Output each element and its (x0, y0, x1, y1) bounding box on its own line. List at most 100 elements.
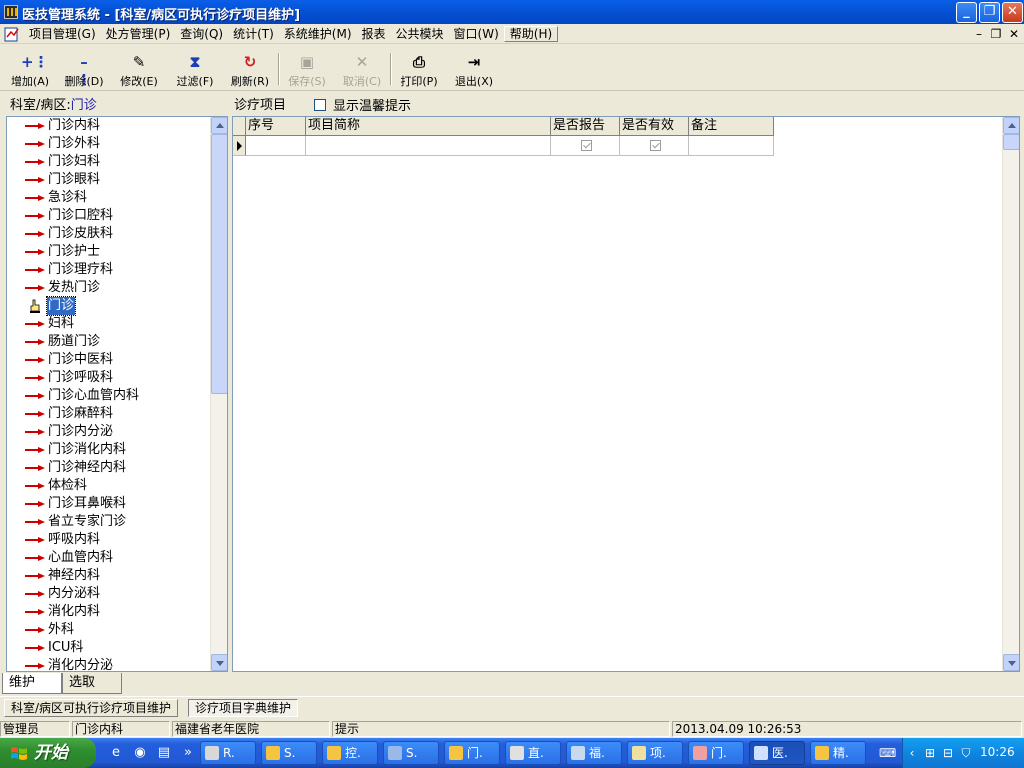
tree-item[interactable]: 妇科 (7, 315, 207, 333)
scroll-thumb[interactable] (1003, 134, 1019, 150)
tab-select[interactable]: 选取 (62, 673, 122, 694)
tree-item[interactable]: 体检科 (7, 477, 207, 495)
chevron-left-icon[interactable]: ‹ (905, 746, 919, 760)
doctab-dept-items[interactable]: 科室/病区可执行诊疗项目维护 (4, 699, 179, 717)
menu-project-mgmt[interactable]: 项目管理(G) (24, 26, 101, 42)
report-checkbox[interactable] (580, 140, 592, 151)
checkbox-box[interactable] (314, 98, 326, 111)
tree-item[interactable]: 门诊内分泌 (7, 423, 207, 441)
tree-item[interactable]: 门诊外科 (7, 135, 207, 153)
tree-item[interactable]: 门诊眼科 (7, 171, 207, 189)
edit-button[interactable]: ✎ 修改(E) (115, 49, 163, 89)
minimize-button[interactable]: _ (956, 2, 977, 23)
taskbar-button[interactable]: 直. (505, 741, 561, 765)
grid-scrollbar[interactable] (1002, 117, 1019, 671)
tree-item[interactable]: 门诊神经内科 (7, 459, 207, 477)
tree-item[interactable]: 消化内科 (7, 603, 207, 621)
tree-item[interactable]: 心血管内科 (7, 549, 207, 567)
doctab-item-dictionary[interactable]: 诊疗项目字典维护 (188, 699, 299, 717)
quicklaunch-icon[interactable]: ◉ (132, 745, 148, 761)
mdi-minimize-icon[interactable]: – (972, 27, 986, 41)
col-header-name[interactable]: 项目简称 (306, 117, 551, 136)
filter-button[interactable]: ⧗ 过滤(F) (171, 49, 219, 89)
cell-report[interactable] (551, 136, 620, 156)
tree-item[interactable]: 门诊理疗科 (7, 261, 207, 279)
delete-button[interactable]: –⋮ 删除(D) (60, 49, 108, 89)
tree-item[interactable]: 门诊耳鼻喉科 (7, 495, 207, 513)
start-button[interactable]: 开始 (0, 738, 96, 768)
taskbar-button[interactable]: 控. (322, 741, 378, 765)
tree-item[interactable]: 消化内分泌 (7, 657, 207, 671)
tree-item[interactable]: 发热门诊 (7, 279, 207, 297)
menu-reports[interactable]: 报表 (357, 26, 391, 42)
tree-item[interactable]: 内分泌科 (7, 585, 207, 603)
taskbar-button[interactable]: 医. (749, 741, 805, 765)
tree-item[interactable]: 门诊 (7, 296, 207, 316)
tree-item[interactable]: 肠道门诊 (7, 333, 207, 351)
cancel-button[interactable]: ✕ 取消(C) (338, 49, 386, 89)
menu-prescription-mgmt[interactable]: 处方管理(P) (101, 26, 176, 42)
tree-item[interactable]: 门诊妇科 (7, 153, 207, 171)
tree-item[interactable]: 急诊科 (7, 189, 207, 207)
tree-item[interactable]: 门诊口腔科 (7, 207, 207, 225)
scroll-up-button[interactable] (1003, 117, 1019, 134)
scroll-thumb[interactable] (211, 134, 227, 394)
cell-seq[interactable] (246, 136, 306, 156)
scroll-down-button[interactable] (1003, 654, 1019, 671)
chevron-right-icon[interactable]: » (180, 745, 196, 761)
tree-item[interactable]: 门诊心血管内科 (7, 387, 207, 405)
network2-icon[interactable]: ⊟ (941, 746, 955, 760)
keyboard-icon[interactable]: ⌨ (879, 746, 896, 760)
print-button[interactable]: ⎙ 打印(P) (395, 49, 443, 89)
cell-remark[interactable] (689, 136, 774, 156)
mdi-restore-icon[interactable]: ❐ (989, 27, 1003, 41)
tree-item[interactable]: ICU科 (7, 639, 207, 657)
ie-icon[interactable]: e (108, 745, 124, 761)
scroll-down-button[interactable] (211, 654, 227, 671)
tree-item[interactable]: 门诊呼吸科 (7, 369, 207, 387)
add-button[interactable]: +⋮ 增加(A) (6, 49, 54, 89)
taskbar-button[interactable]: S. (261, 741, 317, 765)
taskbar-button[interactable]: S. (383, 741, 439, 765)
col-header-report[interactable]: 是否报告 (551, 117, 620, 136)
tab-maintain[interactable]: 维护 (2, 673, 62, 694)
shield-icon[interactable]: ⛉ (959, 746, 973, 760)
exit-button[interactable]: ⇥ 退出(X) (450, 49, 498, 89)
tree-item[interactable]: 门诊护士 (7, 243, 207, 261)
taskbar-button[interactable]: 项. (627, 741, 683, 765)
taskbar-button[interactable]: 精. (810, 741, 866, 765)
show-tips-checkbox[interactable]: 显示温馨提示 (314, 95, 411, 114)
tree-scrollbar[interactable] (210, 117, 227, 671)
taskbar-button[interactable]: 门. (444, 741, 500, 765)
tree-item[interactable]: 门诊麻醉科 (7, 405, 207, 423)
close-button[interactable]: ✕ (1002, 2, 1023, 23)
mdi-close-icon[interactable]: ✕ (1007, 27, 1021, 41)
col-header-valid[interactable]: 是否有效 (620, 117, 689, 136)
menu-query[interactable]: 查询(Q) (175, 26, 228, 42)
valid-checkbox[interactable] (649, 140, 661, 151)
menu-window[interactable]: 窗口(W) (449, 26, 504, 42)
menu-system-maintenance[interactable]: 系统维护(M) (279, 26, 357, 42)
tree-item[interactable]: 门诊中医科 (7, 351, 207, 369)
cell-valid[interactable] (620, 136, 689, 156)
refresh-button[interactable]: ↻ 刷新(R) (226, 49, 274, 89)
restore-button[interactable]: ❐ (979, 2, 1000, 23)
tree-item[interactable]: 外科 (7, 621, 207, 639)
tree-item[interactable]: 省立专家门诊 (7, 513, 207, 531)
taskbar-button[interactable]: R. (200, 741, 256, 765)
network-icon[interactable]: ⊞ (923, 746, 937, 760)
tree-item[interactable]: 神经内科 (7, 567, 207, 585)
tree-item[interactable]: 门诊皮肤科 (7, 225, 207, 243)
scroll-up-button[interactable] (211, 117, 227, 134)
tree-item[interactable]: 门诊消化内科 (7, 441, 207, 459)
save-button[interactable]: ▣ 保存(S) (283, 49, 331, 89)
taskbar-button[interactable]: 福. (566, 741, 622, 765)
tree-item[interactable]: 呼吸内科 (7, 531, 207, 549)
menu-help[interactable]: 帮助(H) (503, 26, 559, 42)
col-header-seq[interactable]: 序号 (246, 117, 306, 136)
menu-statistics[interactable]: 统计(T) (228, 26, 279, 42)
tree-item[interactable]: 门诊内科 (7, 117, 207, 135)
taskbar-button[interactable]: 门. (688, 741, 744, 765)
menu-common-modules[interactable]: 公共模块 (391, 26, 449, 42)
col-header-remark[interactable]: 备注 (689, 117, 774, 136)
